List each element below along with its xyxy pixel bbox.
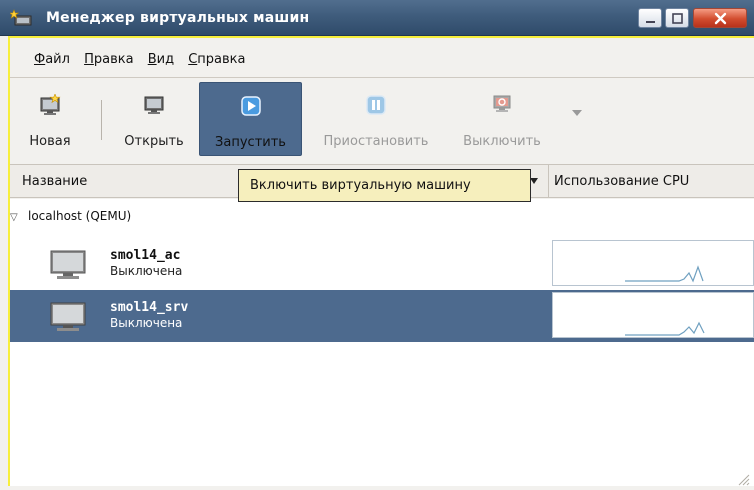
menu-file[interactable]: Файл [34, 47, 70, 73]
expander-triangle-icon[interactable]: ▽ [10, 207, 22, 229]
vm-monitor-icon [50, 302, 86, 331]
vm-name: smol14_ac [110, 248, 181, 263]
vm-row-selected[interactable]: smol14_srv Выключена [10, 290, 754, 342]
host-group-row[interactable]: ▽ localhost (QEMU) [10, 205, 131, 227]
vm-name: smol14_srv [110, 300, 189, 315]
open-button[interactable]: Открыть [111, 82, 197, 156]
run-button[interactable]: Запустить [199, 82, 302, 156]
column-divider[interactable] [548, 165, 549, 198]
menu-bar: Файл Правка Вид Справка [10, 47, 250, 73]
close-button[interactable] [693, 8, 747, 28]
pause-label: Приостановить [323, 134, 429, 149]
menu-separator [10, 77, 754, 78]
column-header-cpu[interactable]: Использование CPU [554, 165, 689, 198]
vm-row[interactable]: smol14_ac Выключена [10, 238, 754, 290]
cpu-usage-graph [552, 292, 754, 338]
new-vm-label: Новая [29, 134, 71, 149]
run-tooltip: Включить виртуальную машину [238, 169, 531, 202]
pause-button[interactable]: Приостановить [306, 82, 446, 156]
toolbar: Новая Открыть Запустить Приостановить Вы… [10, 80, 754, 160]
open-label: Открыть [124, 134, 184, 149]
close-icon [714, 12, 727, 25]
shutdown-label: Выключить [463, 134, 541, 149]
new-vm-icon [40, 94, 61, 115]
vm-status: Выключена [110, 264, 183, 278]
pause-icon [366, 95, 386, 115]
play-icon [240, 96, 261, 116]
minimize-button[interactable] [638, 8, 662, 28]
run-label: Запустить [215, 135, 286, 150]
shutdown-button[interactable]: Выключить [452, 82, 552, 156]
maximize-button[interactable] [665, 8, 689, 28]
toolbar-separator [101, 100, 102, 140]
window-title: Менеджер виртуальных машин [46, 10, 310, 26]
menu-help[interactable]: Справка [188, 47, 245, 73]
menu-view[interactable]: Вид [148, 47, 174, 73]
new-vm-button[interactable]: Новая [10, 82, 90, 156]
cpu-sparkline [625, 265, 704, 283]
cpu-sparkline [625, 321, 705, 336]
monitor-icon [144, 96, 164, 114]
virt-manager-app-icon [10, 9, 32, 26]
maximize-icon [672, 13, 683, 24]
sort-arrow-icon [530, 178, 538, 184]
shutdown-dropdown-arrow-icon[interactable] [572, 110, 582, 116]
resize-grip-icon[interactable] [734, 470, 750, 486]
cpu-usage-graph [552, 240, 754, 286]
app-window: Менеджер виртуальных машин Файл Правка В… [0, 0, 754, 490]
vm-status: Выключена [110, 316, 183, 330]
minimize-icon [646, 21, 655, 23]
host-label: localhost (QEMU) [28, 209, 132, 223]
vm-monitor-icon [50, 250, 86, 279]
title-bar[interactable]: Менеджер виртуальных машин [0, 0, 754, 36]
menu-edit[interactable]: Правка [84, 47, 133, 73]
power-icon [493, 95, 511, 112]
column-header-name[interactable]: Название [10, 165, 87, 198]
